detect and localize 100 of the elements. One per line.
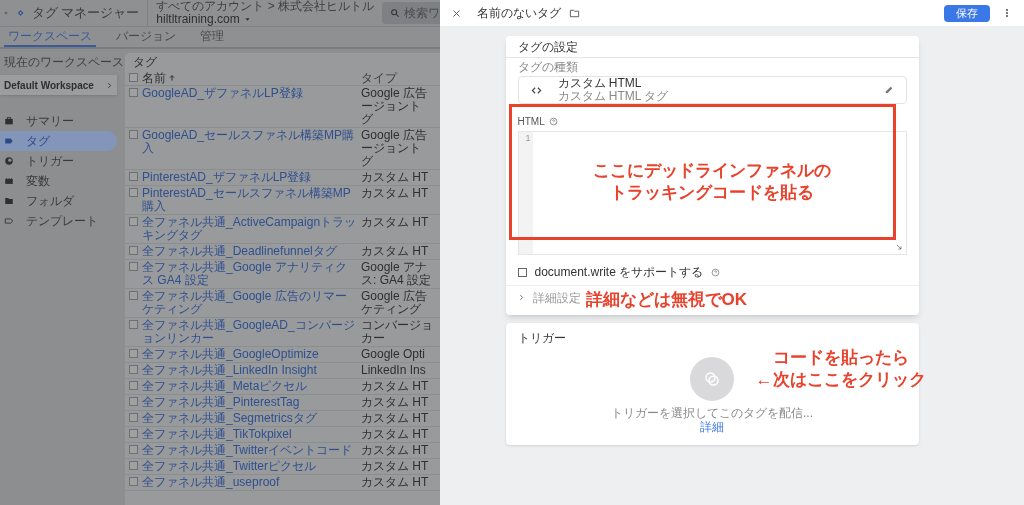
tag-name-link[interactable]: 全ファネル共通_Deadlinefunnelタグ — [142, 245, 357, 258]
details-link[interactable]: 詳細 — [700, 420, 724, 434]
trigger-hint: トリガーを選択してこのタグを配信... — [611, 406, 813, 420]
workspace-tab[interactable]: 管理 — [196, 30, 228, 47]
tag-name-link[interactable]: GoogleAD_ザファネルLP登録 — [142, 87, 357, 100]
tag-type-text: ス: GA4 設定 — [361, 274, 431, 287]
save-button[interactable]: 保存 — [944, 4, 990, 22]
checkbox[interactable] — [129, 188, 138, 197]
tag-name-link[interactable]: 全ファネル共通_GoogleOptimize — [142, 348, 357, 361]
tag-name-link[interactable]: 全ファネル共通_Twitterピクセル — [142, 460, 357, 473]
card-title: タグの設定 — [517, 38, 578, 56]
close-icon — [452, 8, 461, 18]
checkbox[interactable] — [129, 445, 138, 454]
checkbox[interactable] — [129, 349, 138, 358]
add-trigger-button[interactable] — [690, 357, 734, 401]
workspace-selector[interactable]: Default Workspace — [0, 75, 117, 95]
search-icon — [390, 8, 400, 18]
tag-name-title[interactable]: 名前のないタグ — [477, 4, 561, 22]
trigger-icon — [703, 370, 721, 388]
checkbox[interactable] — [129, 172, 138, 181]
tag-type-text: カスタム HT — [361, 476, 429, 489]
tag-type-text: カスタム HT — [361, 245, 429, 258]
container-name[interactable]: hiltltraining.com — [156, 13, 240, 26]
table-title: タグ — [133, 53, 157, 71]
annotation-text: ここにデッドラインファネルの トラッキングコードを貼る — [592, 160, 832, 204]
field-label: タグの種類 — [516, 60, 579, 74]
checkbox[interactable] — [129, 365, 138, 374]
tag-type-text: カスタム HT — [361, 396, 429, 409]
sidebar-item[interactable]: 変数 — [0, 171, 117, 191]
checkbox-label: document.write をサポートする — [534, 264, 704, 281]
pencil-icon — [883, 85, 894, 95]
checkbox[interactable] — [129, 88, 138, 97]
folder-outline-icon — [569, 7, 580, 19]
checkbox[interactable] — [129, 461, 138, 470]
tag-type-text: Google 広告 — [361, 290, 428, 303]
sidebar-item[interactable]: トリガー — [0, 151, 117, 171]
tag-name-link[interactable]: 全ファネル共通_Segmetricsタグ — [142, 412, 357, 425]
tag-type-text: ケティング — [361, 303, 422, 316]
tag-name-link[interactable]: 全ファネル共通_Google アナリティクス GA4 設定 — [142, 261, 357, 287]
tag-name-link[interactable]: GoogleAD_セールスファネル構築MP購入 — [142, 129, 357, 155]
checkbox[interactable] — [129, 246, 138, 255]
tag-name-link[interactable]: 全ファネル共通_Twitterイベントコード — [142, 444, 357, 457]
checkbox[interactable] — [129, 429, 138, 438]
checkbox[interactable] — [129, 397, 138, 406]
tag-type-text: ージョント — [361, 100, 422, 113]
tag-name-link[interactable]: 全ファネル共通_ActiveCampaignトラッキングタグ — [142, 216, 357, 242]
label-outline-icon — [4, 216, 14, 226]
checkbox[interactable] — [129, 381, 138, 390]
tag-name-link[interactable]: 全ファネル共通_Metaピクセル — [142, 380, 357, 393]
tag-type-text: Google アナ — [361, 261, 428, 274]
tag-name-link[interactable]: 全ファネル共通_LinkedIn Insight — [142, 364, 357, 377]
column-header: タイプ — [361, 69, 397, 87]
tag-type-text: Google 広告 — [361, 87, 428, 100]
chevron-right-icon — [106, 81, 113, 89]
tag-type-text: カー — [361, 332, 386, 345]
resize-handle-icon — [894, 243, 903, 251]
tag-name-link[interactable]: 全ファネル共通_GoogleAD_コンバージョンリンカー — [142, 319, 357, 345]
tag-type-text: カスタム HT — [361, 444, 429, 457]
line-number: 1 — [525, 132, 531, 145]
column-header: 名前 — [142, 69, 166, 87]
sidebar-item[interactable]: タグ — [0, 131, 117, 151]
sidebar-item[interactable]: フォルダ — [0, 191, 117, 211]
tag-name-link[interactable]: PinterestAD_セールスファネル構築MP購入 — [142, 187, 357, 213]
tag-type-text: コンバージョ — [361, 319, 433, 332]
code-brackets-icon — [530, 84, 542, 96]
checkbox[interactable] — [129, 130, 138, 139]
checkbox[interactable] — [129, 217, 138, 226]
annotation-text: コードを貼ったら ←次はここをクリック — [755, 347, 926, 391]
tag-type-text: カスタム HT — [361, 380, 429, 393]
checkbox[interactable] — [129, 262, 138, 271]
blocks-icon — [4, 176, 14, 186]
tag-icon — [4, 136, 14, 146]
checkbox[interactable] — [129, 477, 138, 486]
workspace-tab[interactable]: ワークスペース — [4, 30, 96, 47]
code-editor[interactable]: 1 ここにデッドラインファネルの トラッキングコードを貼る — [517, 131, 907, 255]
checkbox[interactable] — [129, 73, 138, 82]
annotation-text: 詳細などは無視でOK — [585, 289, 747, 311]
tag-name-link[interactable]: 全ファネル共通_Google 広告のリマーケティング — [142, 290, 357, 316]
sort-up-arrow-icon — [168, 73, 176, 82]
tag-type-text: カスタム HT — [361, 187, 429, 200]
tag-name-link[interactable]: PinterestAD_ザファネルLP登録 — [142, 171, 357, 184]
workspace-tab[interactable]: バージョン — [112, 30, 180, 47]
tag-name-link[interactable]: 全ファネル共通_TikTokpixel — [142, 428, 357, 441]
checkbox[interactable] — [129, 320, 138, 329]
checkbox[interactable] — [129, 413, 138, 422]
checkbox[interactable] — [517, 267, 527, 277]
tag-name-link[interactable]: 全ファネル共通_useproof — [142, 476, 357, 489]
workspace-label: 現在のワークスペース — [3, 54, 125, 71]
checkbox[interactable] — [129, 291, 138, 300]
chevron-right-icon — [517, 294, 525, 301]
app-title: タグ マネージャー — [31, 4, 140, 23]
tag-type-text: カスタム HT — [361, 171, 429, 184]
tag-type-text: ージョント — [361, 142, 422, 155]
briefcase-icon — [4, 116, 14, 126]
tag-type-selector[interactable]: カスタム HTML カスタム HTML タグ — [517, 76, 907, 104]
sidebar-item[interactable]: サマリー — [0, 111, 117, 131]
help-icon — [548, 117, 558, 126]
tag-name-link[interactable]: 全ファネル共通_PinterestTag — [142, 396, 357, 409]
help-icon — [711, 267, 721, 277]
sidebar-item[interactable]: テンプレート — [0, 211, 117, 231]
